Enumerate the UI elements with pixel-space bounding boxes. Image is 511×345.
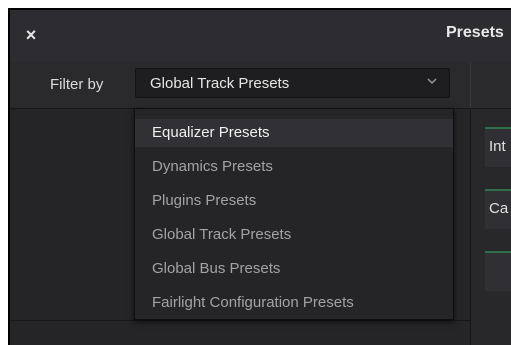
window-title: Presets	[446, 24, 504, 41]
filter-select[interactable]: Global Track Presets	[135, 68, 450, 98]
title-bar: × Presets	[10, 10, 511, 63]
right-panel-button-3[interactable]	[485, 251, 511, 291]
filter-label: Filter by	[50, 76, 104, 93]
right-panel-button-label: Ca	[489, 200, 509, 217]
dropdown-item-global-track-presets[interactable]: Global Track Presets	[135, 221, 453, 249]
dropdown-item-dynamics-presets[interactable]: Dynamics Presets	[135, 153, 453, 181]
close-icon: ×	[25, 25, 37, 45]
close-button[interactable]: ×	[20, 24, 42, 46]
right-panel-button-2[interactable]: Ca	[485, 189, 511, 229]
dropdown-item-global-bus-presets[interactable]: Global Bus Presets	[135, 255, 453, 283]
filter-dropdown-list: Equalizer Presets Dynamics Presets Plugi…	[134, 108, 454, 320]
dropdown-item-plugins-presets[interactable]: Plugins Presets	[135, 187, 453, 215]
presets-window: × Presets Filter by Global Track Presets…	[8, 8, 511, 345]
dropdown-item-fairlight-configuration-presets[interactable]: Fairlight Configuration Presets	[135, 289, 453, 317]
filter-row: Filter by Global Track Presets	[10, 62, 511, 109]
dropdown-item-equalizer-presets[interactable]: Equalizer Presets	[135, 119, 453, 147]
right-panel-button-1[interactable]: Int	[485, 127, 511, 167]
right-panel-button-label: Int	[489, 138, 506, 155]
right-panel: Int Ca	[471, 109, 511, 345]
filter-select-value: Global Track Presets	[150, 75, 290, 92]
divider	[10, 320, 470, 321]
chevron-down-icon	[427, 78, 437, 84]
divider	[470, 62, 471, 108]
